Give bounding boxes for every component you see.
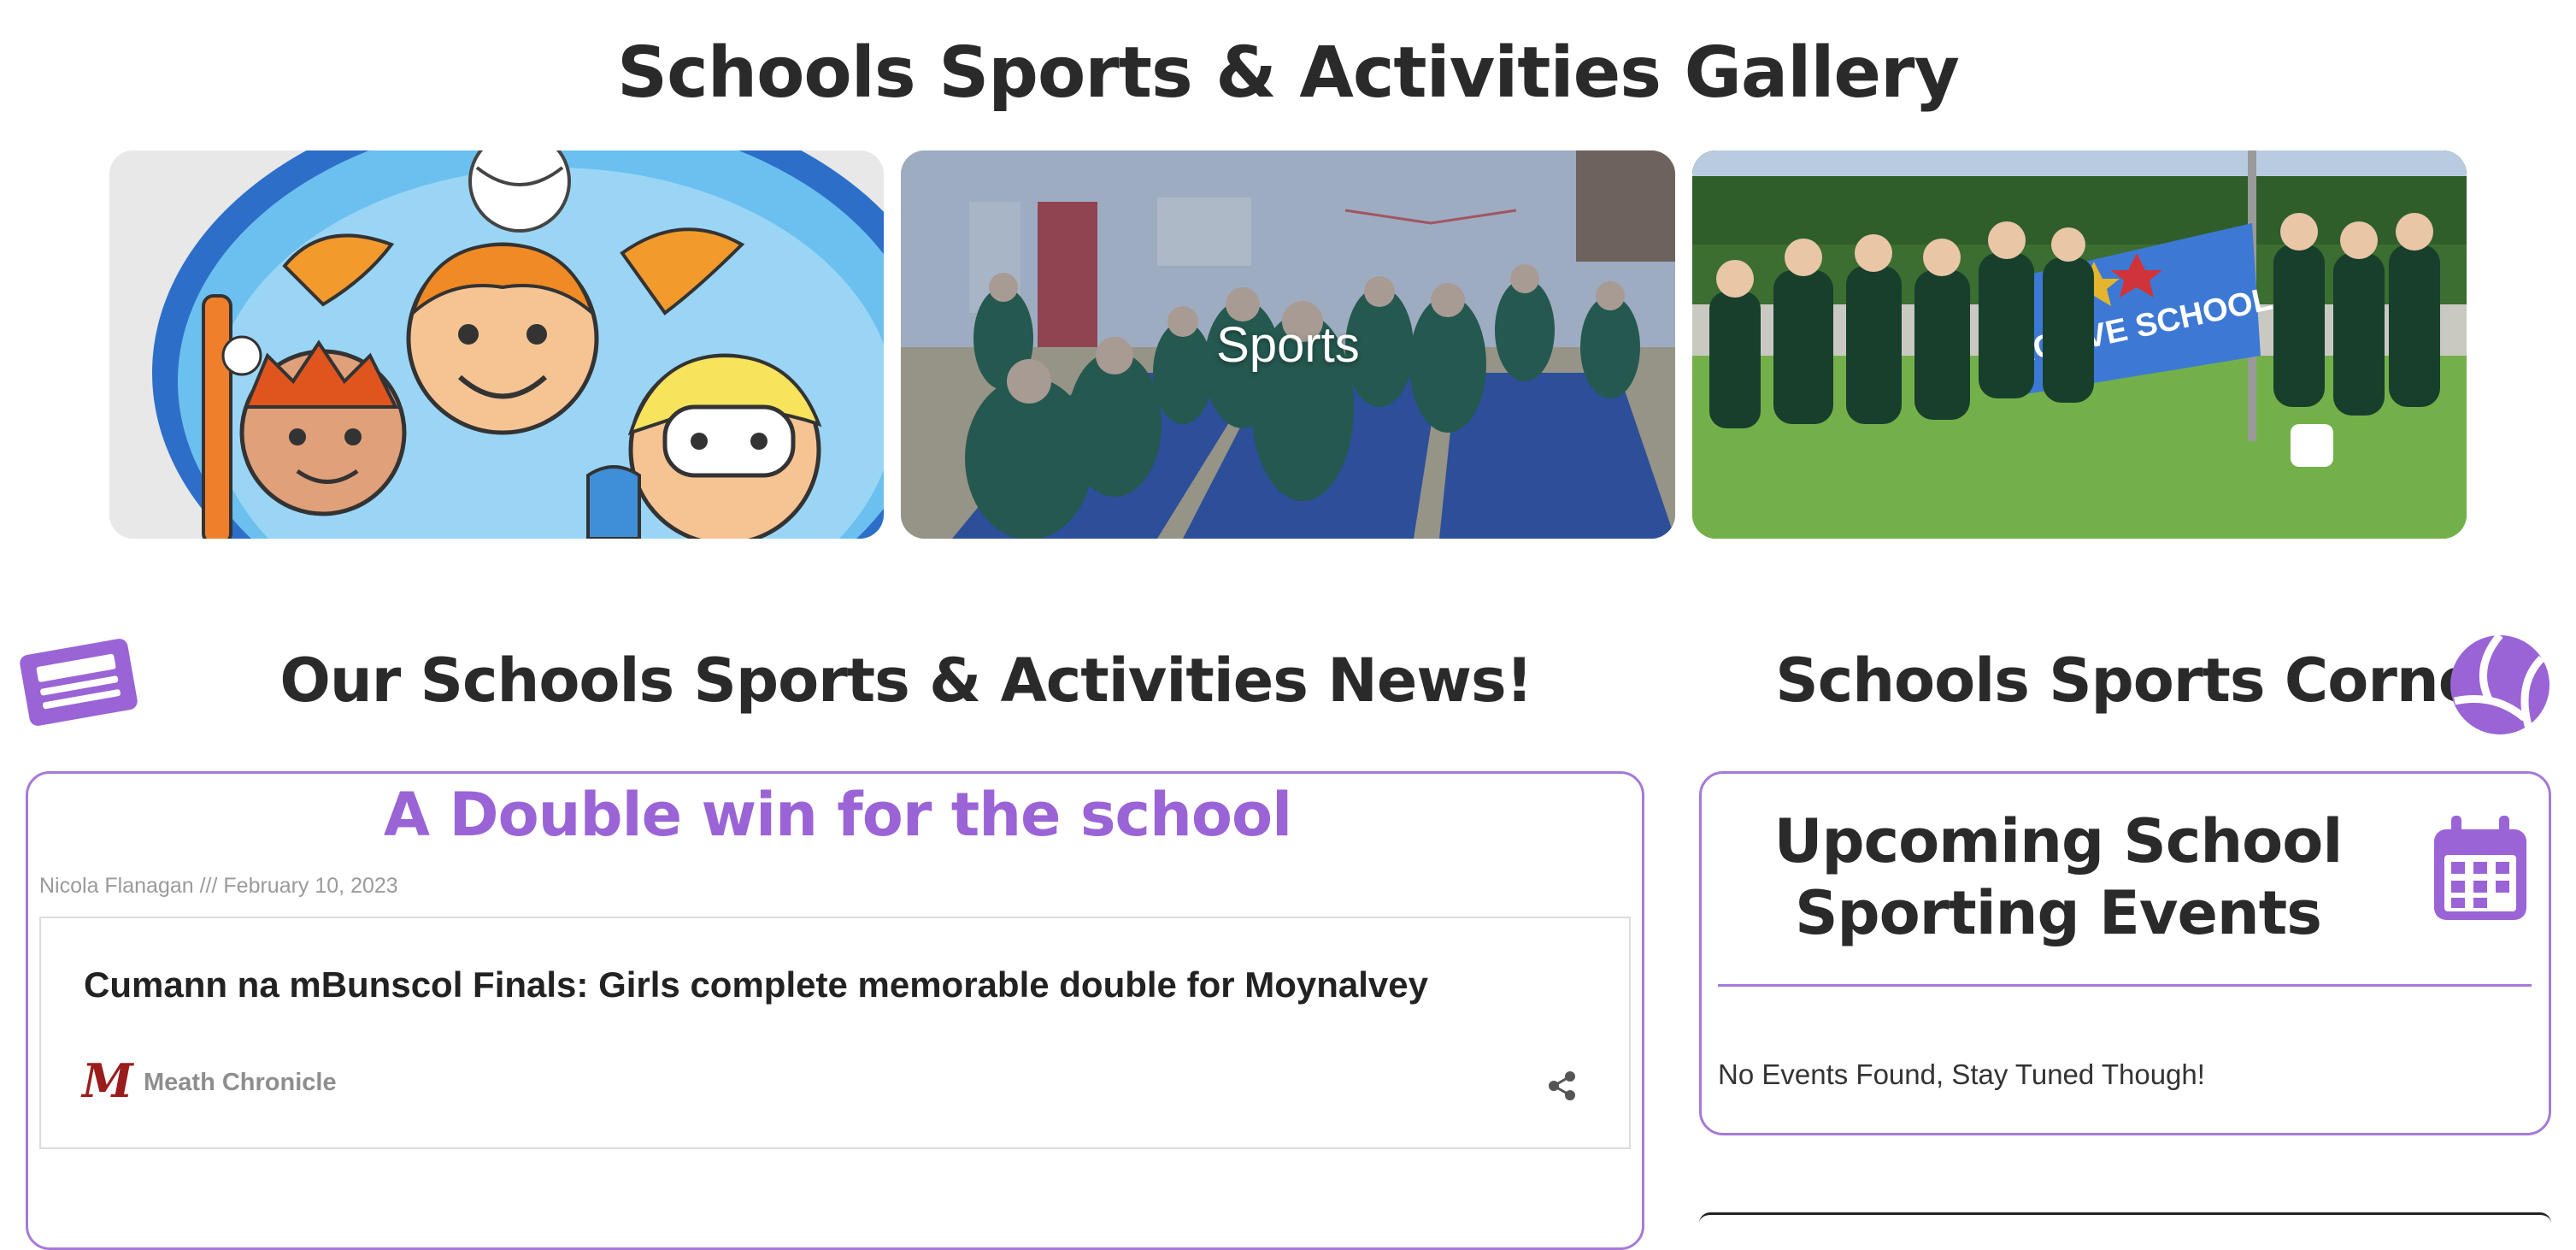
article-title[interactable]: A Double win for the school bbox=[26, 780, 1650, 850]
embed-headline[interactable]: Cumann na mBunscol Finals: Girls complet… bbox=[84, 964, 1428, 1005]
cartoon-kids-image bbox=[109, 150, 884, 539]
volleyball-icon bbox=[2448, 633, 2552, 741]
next-card-edge bbox=[1699, 1212, 2551, 1223]
meath-chronicle-logo: M bbox=[82, 1053, 133, 1108]
sports-corner-title: Schools Sports Corner bbox=[1775, 646, 2507, 716]
gallery-caption-sports: Sports bbox=[1216, 316, 1360, 373]
gallery-tile-cartoon[interactable] bbox=[109, 150, 884, 539]
active-school-photo: ACTIVE SCHOOL bbox=[1692, 150, 2467, 539]
upcoming-events-title: Upcoming School Sporting Events bbox=[1773, 806, 2344, 948]
article-embed-card[interactable] bbox=[39, 917, 1631, 1149]
embed-source[interactable]: Meath Chronicle bbox=[144, 1069, 337, 1097]
calendar-icon bbox=[2431, 814, 2530, 928]
gallery-tile-sports[interactable]: Sports bbox=[901, 150, 1675, 539]
share-icon[interactable] bbox=[1547, 1070, 1578, 1106]
gallery-title: Schools Sports & Activities Gallery bbox=[617, 32, 1960, 114]
article-byline: Nicola Flanagan /// February 10, 2023 bbox=[39, 874, 398, 898]
gallery-tile-active-school[interactable]: ACTIVE SCHOOL bbox=[1692, 150, 2467, 539]
events-empty-message: No Events Found, Stay Tuned Though! bbox=[1718, 1058, 2205, 1090]
events-divider bbox=[1718, 984, 2532, 987]
news-section-title: Our Schools Sports & Activities News! bbox=[279, 646, 1532, 716]
